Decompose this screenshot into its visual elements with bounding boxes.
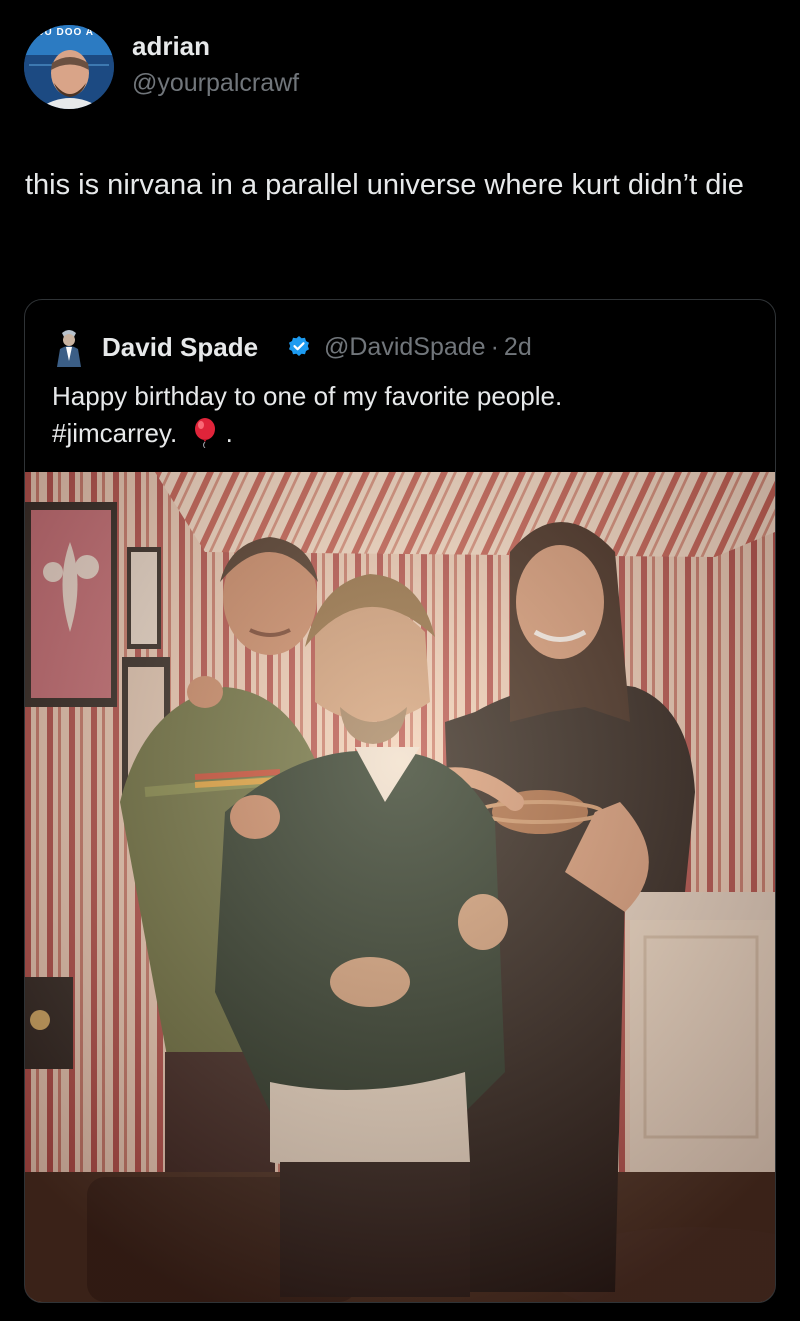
avatar-badge-text: JU DOO A — [38, 27, 94, 38]
trailing-period: . — [225, 418, 233, 448]
quoted-author-name[interactable]: David Spade — [102, 330, 258, 364]
quoted-handle-line: @DavidSpade · 2d — [324, 330, 532, 364]
quoted-post[interactable]: David Spade @DavidSpade · 2d Happy birthda… — [24, 299, 776, 1303]
author-name[interactable]: adrian — [132, 30, 210, 62]
quoted-author-handle[interactable]: @DavidSpade — [324, 333, 486, 361]
verified-badge-icon — [289, 336, 309, 356]
quoted-post-photo[interactable] — [25, 472, 775, 1302]
post-age[interactable]: 2d — [504, 333, 532, 361]
post: JU DOO A adrian @yourpalcrawf this is ni… — [0, 0, 800, 1321]
quoted-author-avatar[interactable] — [52, 327, 86, 367]
meta-separator: · — [490, 333, 499, 361]
author-avatar[interactable]: JU DOO A — [24, 25, 114, 109]
quoted-text-line1: Happy birthday to one of my favorite peo… — [52, 381, 563, 411]
photo-image — [25, 472, 775, 1302]
hashtag-link[interactable]: #jimcarrey. — [52, 418, 177, 448]
author-handle[interactable]: @yourpalcrawf — [132, 67, 299, 99]
quoted-post-text: Happy birthday to one of my favorite peo… — [52, 378, 752, 452]
balloon-icon — [195, 418, 216, 448]
post-text: this is nirvana in a parallel universe w… — [25, 169, 744, 201]
